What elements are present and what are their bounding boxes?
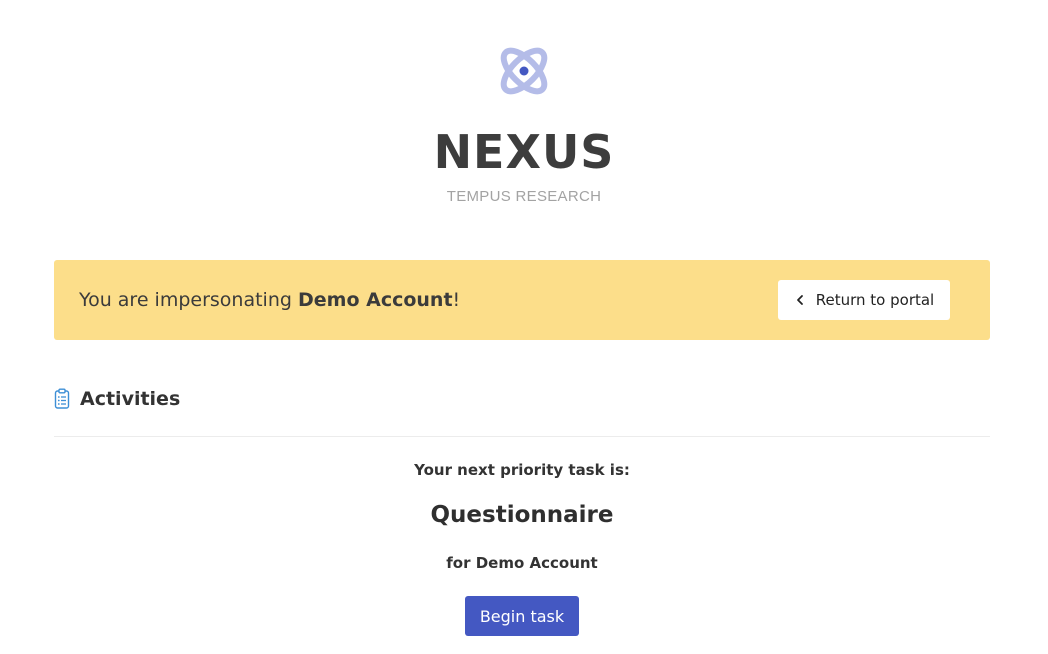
atom-icon	[500, 47, 548, 95]
begin-task-button[interactable]: Begin task	[465, 596, 579, 636]
chevron-left-icon	[796, 295, 803, 305]
impersonation-message: You are impersonating Demo Account!	[79, 260, 460, 340]
priority-task-for: for Demo Account	[446, 554, 598, 572]
impersonation-prefix: You are impersonating	[79, 289, 298, 311]
return-to-portal-button[interactable]: Return to portal	[778, 280, 950, 320]
impersonated-account-name: Demo Account	[297, 289, 453, 311]
impersonation-banner: You are impersonating Demo Account! Retu…	[54, 260, 990, 340]
brand-header: NEXUS TEMPUS RESEARCH	[0, 40, 1048, 205]
priority-task-intro: Your next priority task is:	[414, 461, 630, 479]
brand-name: NEXUS	[433, 125, 615, 179]
return-to-portal-label: Return to portal	[815, 291, 935, 309]
clipboard-list-icon	[54, 388, 70, 409]
page: NEXUS TEMPUS RESEARCH You are impersonat…	[0, 0, 1048, 654]
brand-subtitle: TEMPUS RESEARCH	[446, 188, 602, 205]
activities-title: Activities	[80, 388, 181, 410]
impersonation-suffix: !	[452, 289, 461, 311]
priority-task-name: Questionnaire	[430, 502, 614, 528]
section-divider	[54, 436, 990, 437]
activities-header: Activities	[54, 384, 180, 414]
